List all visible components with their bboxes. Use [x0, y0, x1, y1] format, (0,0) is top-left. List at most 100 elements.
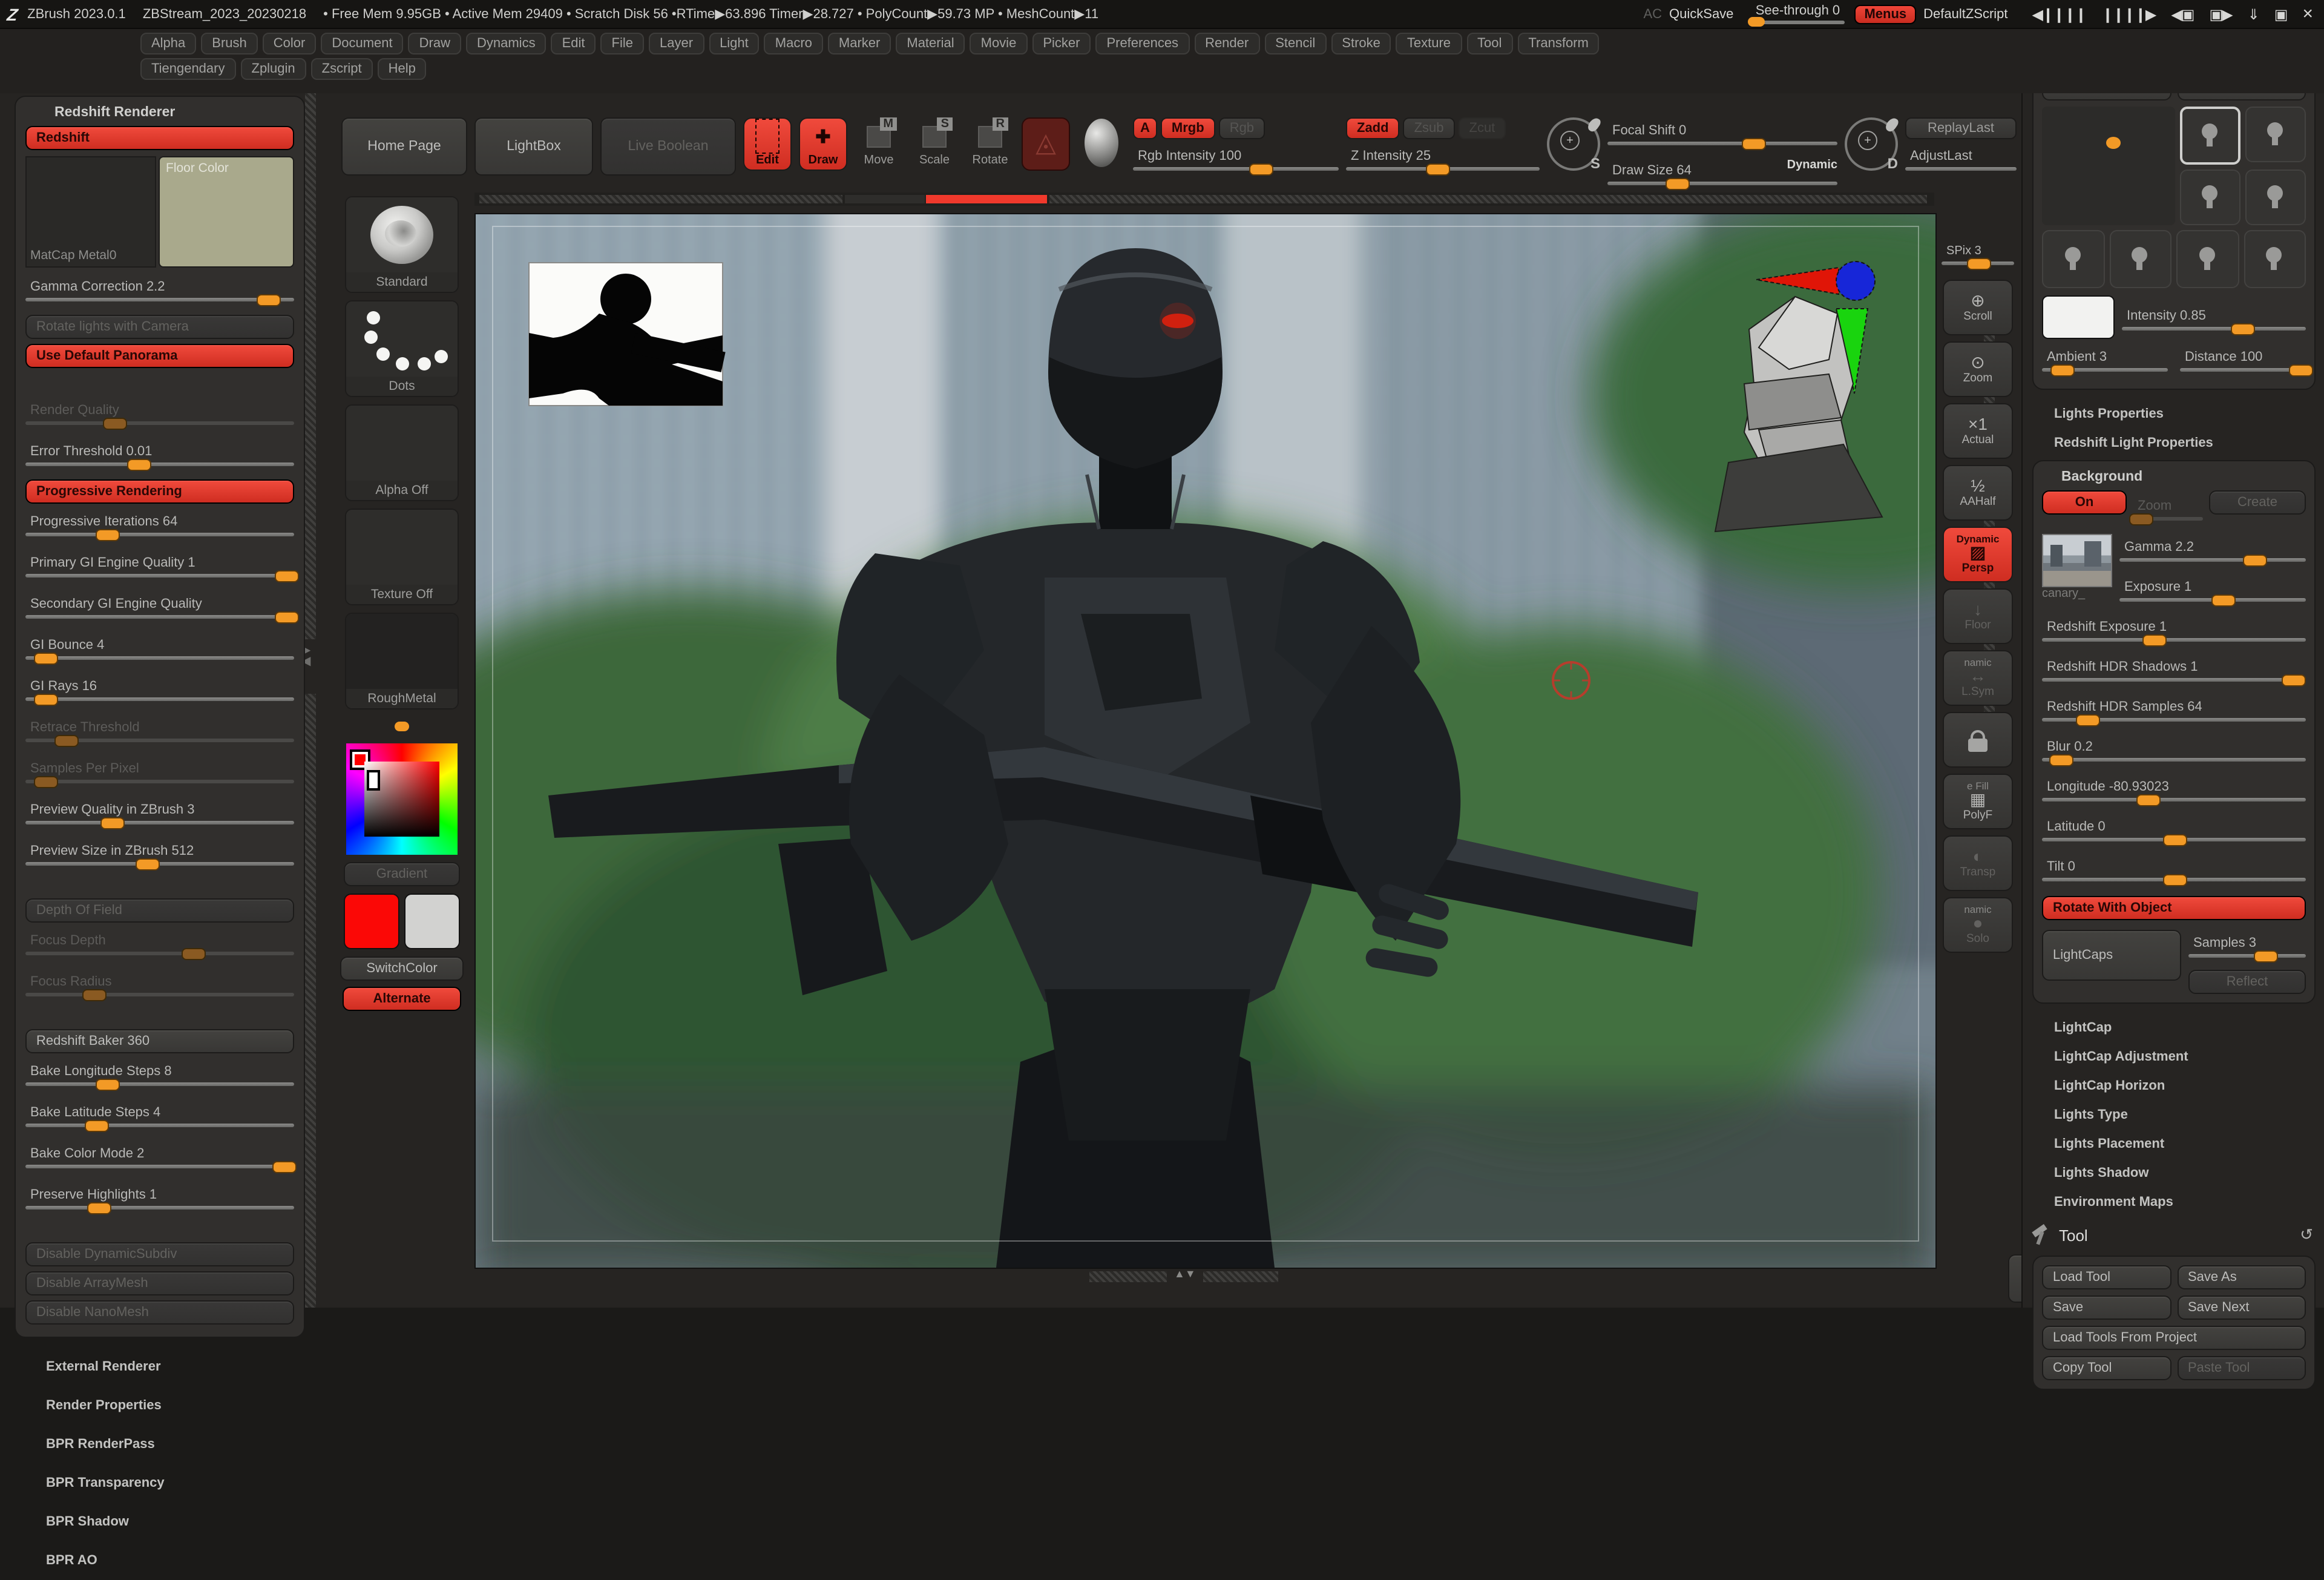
background-thumbnail[interactable]: canary_	[2042, 534, 2112, 610]
rotate-lights-with-camera-button[interactable]: Rotate lights with Camera	[25, 315, 294, 339]
replay-last-button[interactable]: ReplayLast	[1905, 117, 2017, 139]
slider-handle[interactable]	[84, 1120, 108, 1132]
menu-color[interactable]: Color	[263, 33, 317, 54]
slider-redshift-hdr-samples-64[interactable]: Redshift HDR Samples 64	[2042, 694, 2306, 730]
close-icon[interactable]: ×	[2302, 4, 2312, 24]
divider-up-down-icons[interactable]: ▲▼	[1174, 1268, 1196, 1280]
save-button[interactable]: Save	[2042, 1295, 2171, 1320]
slider-bake-latitude-steps-4[interactable]: Bake Latitude Steps 4	[25, 1099, 294, 1136]
menu-picker[interactable]: Picker	[1032, 33, 1091, 54]
rotate-with-object-button[interactable]: Rotate With Object	[2042, 896, 2306, 920]
section-bpr-ao[interactable]: BPR AO	[15, 1541, 283, 1580]
menu-tiengendary[interactable]: Tiengendary	[140, 58, 236, 80]
panel-title[interactable]: Redshift Renderer	[25, 102, 294, 126]
color-picker[interactable]	[346, 743, 458, 855]
slider-handle[interactable]	[275, 570, 300, 582]
distance-slider[interactable]: Distance 100	[2180, 344, 2306, 380]
disable-arraymesh-button[interactable]: Disable ArrayMesh	[25, 1271, 294, 1295]
left-tray-toggle-icon[interactable]: ◀❙❙❙❙	[2032, 5, 2086, 22]
minimize-icon[interactable]: ⇓	[2248, 5, 2259, 22]
solo-button[interactable]: namic●Solo	[1943, 897, 2013, 953]
slider-handle[interactable]	[272, 1161, 297, 1173]
draw-button[interactable]: ✚ Draw	[799, 117, 847, 171]
slider-handle[interactable]	[33, 653, 57, 665]
current-stroke-button[interactable]: Dots	[345, 300, 459, 397]
slider-progressive-iterations-64[interactable]: Progressive Iterations 64	[25, 509, 294, 545]
background-zoom-slider[interactable]: Zoom	[2133, 493, 2203, 529]
rgb-intensity-slider[interactable]: Rgb Intensity 100	[1133, 143, 1339, 179]
slider-bake-longitude-steps-8[interactable]: Bake Longitude Steps 8	[25, 1058, 294, 1094]
menu-layer[interactable]: Layer	[649, 33, 704, 54]
slider-handle[interactable]	[127, 459, 151, 471]
slider-render-quality[interactable]: Render Quality	[25, 397, 294, 433]
aahalf-button[interactable]: ½AAHalf	[1943, 465, 2013, 521]
slider-handle[interactable]	[95, 1079, 119, 1091]
slider-focus-depth[interactable]: Focus Depth	[25, 927, 294, 964]
disable-dynamicsubdiv-button[interactable]: Disable DynamicSubdiv	[25, 1242, 294, 1266]
slider-gamma-correction-2-2[interactable]: Gamma Correction 2.2	[25, 274, 294, 310]
slider-bake-color-mode-2[interactable]: Bake Color Mode 2	[25, 1141, 294, 1177]
light-slot-button[interactable]	[2109, 230, 2171, 288]
light-slot-button[interactable]	[2179, 107, 2240, 165]
see-through-handle[interactable]	[1748, 17, 1765, 27]
material-sphere-button[interactable]	[1077, 117, 1126, 171]
menu-document[interactable]: Document	[321, 33, 403, 54]
right-tray-toggle-icon[interactable]: ❙❙❙❙▶	[2101, 5, 2155, 22]
slider-preview-quality-in-zbrush-3[interactable]: Preview Quality in ZBrush 3	[25, 797, 294, 833]
see-through-slider[interactable]: See-through 0	[1750, 4, 1845, 24]
slider-secondary-gi-engine-quality[interactable]: Secondary GI Engine Quality	[25, 591, 294, 627]
focal-shift-slider[interactable]: Focal Shift 0	[1607, 117, 1837, 154]
slider-handle[interactable]	[136, 858, 160, 871]
lock-icon-button[interactable]	[1943, 712, 2013, 768]
section-redshift-light-properties[interactable]: Redshift Light Properties	[2023, 429, 2324, 458]
replay-dial-button[interactable]: + D	[1845, 117, 1898, 171]
floor-color-swatch[interactable]: Floor Color	[159, 156, 294, 268]
floor-button[interactable]: ↓Floor	[1943, 588, 2013, 644]
light-slot-button[interactable]	[2245, 107, 2306, 162]
slider-handle[interactable]	[2050, 754, 2074, 766]
slider-handle[interactable]	[2136, 794, 2161, 806]
slider-gamma-2-2[interactable]: Gamma 2.2	[2119, 534, 2306, 570]
tool-palette-header[interactable]: Tool ↺	[2023, 1217, 2324, 1253]
menu-texture[interactable]: Texture	[1396, 33, 1462, 54]
z-intensity-slider[interactable]: Z Intensity 25	[1346, 143, 1540, 179]
light-slot-button[interactable]	[2245, 170, 2306, 225]
light-placement-area[interactable]	[2042, 107, 2175, 225]
menu-zplugin[interactable]: Zplugin	[241, 58, 306, 80]
slider-handle[interactable]	[103, 418, 128, 430]
slider-latitude-0[interactable]: Latitude 0	[2042, 814, 2306, 850]
paste-tool-button[interactable]: Paste Tool	[2177, 1356, 2306, 1380]
slider-handle[interactable]	[181, 948, 205, 960]
alternate-button[interactable]: Alternate	[343, 987, 461, 1011]
menu-stencil[interactable]: Stencil	[1264, 33, 1326, 54]
slider-handle[interactable]	[100, 817, 125, 829]
slider-handle[interactable]	[33, 694, 57, 706]
next-window-icon[interactable]: ▣▶	[2210, 5, 2232, 22]
section-lightcap-adjustment[interactable]: LightCap Adjustment	[2023, 1042, 2324, 1071]
edit-button[interactable]: Edit	[743, 117, 792, 171]
slider-tilt-0[interactable]: Tilt 0	[2042, 854, 2306, 890]
slider-exposure-1[interactable]: Exposure 1	[2119, 574, 2306, 610]
canvas-bottom-divider[interactable]: ▲▼	[474, 1269, 1934, 1283]
slider-handle[interactable]	[275, 611, 300, 624]
menu-draw[interactable]: Draw	[409, 33, 461, 54]
slider-redshift-exposure-1[interactable]: Redshift Exposure 1	[2042, 614, 2306, 650]
menu-render[interactable]: Render	[1194, 33, 1259, 54]
switch-color-button[interactable]: SwitchColor	[340, 956, 464, 981]
depth-of-field-button[interactable]: Depth Of Field	[25, 898, 294, 923]
polyf-button[interactable]: e Fill▦PolyF	[1943, 774, 2013, 829]
redshift-baker-360-button[interactable]: Redshift Baker 360	[25, 1029, 294, 1053]
adjust-last-slider[interactable]: AdjustLast	[1905, 143, 2017, 179]
l-sym-button[interactable]: namic↔L.Sym	[1943, 650, 2013, 706]
prev-window-icon[interactable]: ◀▣	[2171, 5, 2193, 22]
quicksave-button[interactable]: QuickSave	[1662, 7, 1741, 21]
slider-retrace-threshold[interactable]: Retrace Threshold	[25, 714, 294, 751]
matcap-swatch[interactable]: MatCap Metal0	[25, 156, 156, 268]
viewport-canvas[interactable]	[474, 213, 1937, 1269]
section-environment-maps[interactable]: Environment Maps	[2023, 1188, 2324, 1217]
reset-icon[interactable]: ↺	[2300, 1225, 2313, 1245]
background-title[interactable]: Background	[2042, 470, 2306, 490]
rgb-button[interactable]: Rgb	[1219, 117, 1265, 139]
scroll-button[interactable]: ⊕Scroll	[1943, 280, 2013, 335]
menu-preferences[interactable]: Preferences	[1095, 33, 1189, 54]
